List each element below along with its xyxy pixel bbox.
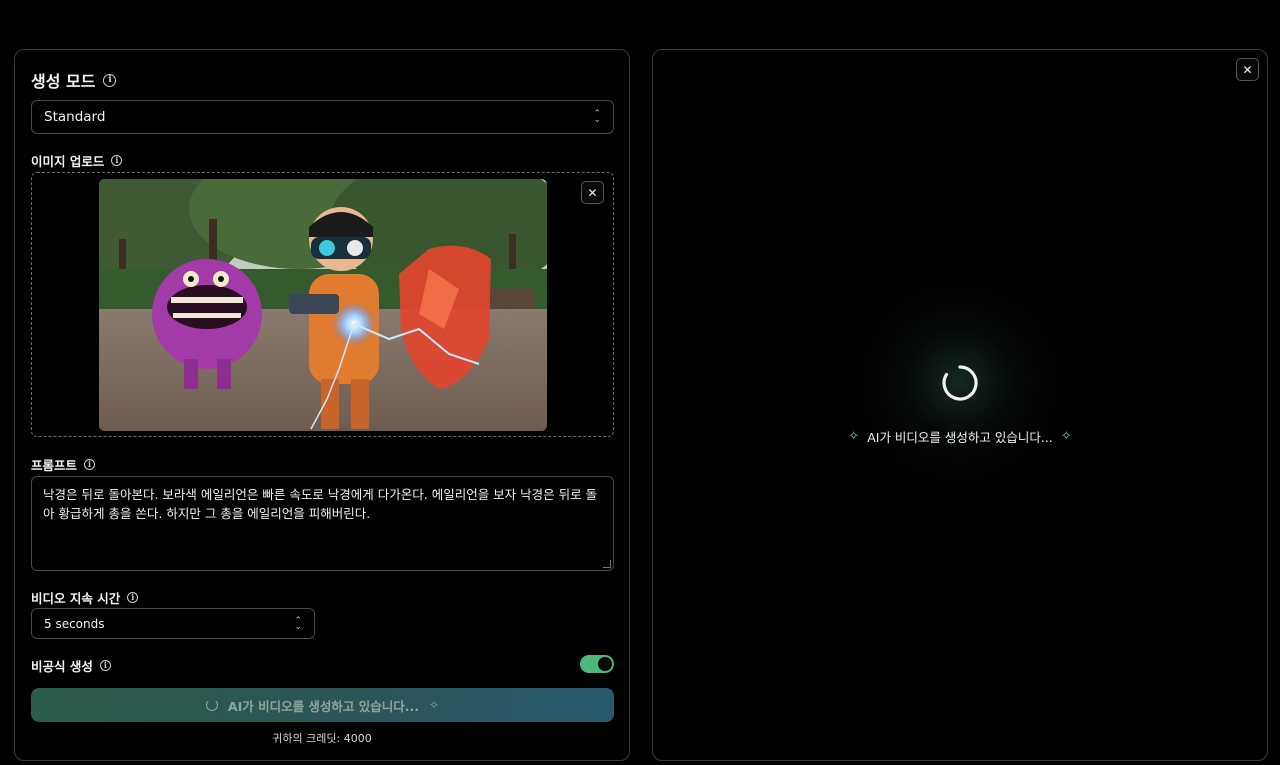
mode-select[interactable]: Standard ⌃ ⌄ (31, 100, 614, 134)
duration-select-value: 5 seconds (44, 616, 105, 631)
generate-button[interactable]: AI가 비디오를 생성하고 있습니다... ✧ (31, 688, 614, 722)
mode-title-row: 생성 모드 i (31, 68, 117, 92)
chevron-updown-icon: ⌃ ⌄ (593, 109, 601, 125)
status-text: AI가 비디오를 생성하고 있습니다... (867, 430, 1053, 445)
private-toggle[interactable] (580, 655, 614, 673)
generation-status: ✧ AI가 비디오를 생성하고 있습니다... ✧ (653, 427, 1267, 446)
prompt-text: 낙경은 뒤로 돌아본다. 보라색 에일리언은 빠른 속도로 낙경에게 다가온다.… (43, 487, 598, 521)
prompt-textarea[interactable]: 낙경은 뒤로 돌아본다. 보라색 에일리언은 빠른 속도로 낙경에게 다가온다.… (31, 476, 614, 571)
sparkle-icon: ✧ (429, 698, 440, 712)
private-label: 비공식 생성 (31, 659, 93, 674)
resize-handle-icon[interactable] (603, 560, 611, 568)
close-preview-button[interactable]: ✕ (1236, 58, 1259, 81)
info-icon[interactable]: i (111, 155, 123, 166)
info-icon[interactable]: i (84, 459, 96, 470)
private-label-row: 비공식 생성 i (31, 656, 111, 675)
duration-select[interactable]: 5 seconds ⌃ ⌄ (31, 608, 315, 639)
settings-panel: 생성 모드 i Standard ⌃ ⌄ 이미지 업로드 i ✕ 프롬프트 i … (14, 49, 630, 761)
prompt-label: 프롬프트 (31, 458, 78, 473)
close-icon: ✕ (1242, 62, 1253, 77)
image-upload-dropzone[interactable]: ✕ (31, 172, 614, 437)
uploaded-image (99, 179, 547, 431)
info-icon[interactable]: i (103, 73, 117, 87)
loading-spinner-icon (205, 699, 218, 711)
close-icon: ✕ (587, 185, 598, 200)
loading-spinner-icon (942, 365, 978, 401)
info-icon[interactable]: i (127, 592, 139, 603)
uploaded-image-illustration (99, 179, 547, 431)
mode-title: 생성 모드 (31, 72, 96, 91)
sparkle-icon: ✧ (848, 429, 860, 444)
remove-image-button[interactable]: ✕ (581, 181, 604, 204)
preview-panel: ✕ ✧ AI가 비디오를 생성하고 있습니다... ✧ (652, 49, 1268, 761)
credits-text: 귀하의 크레딧: 4000 (272, 732, 372, 745)
chevron-updown-icon: ⌃ ⌄ (294, 615, 302, 632)
info-icon[interactable]: i (99, 660, 111, 671)
duration-label: 비디오 지속 시간 (31, 591, 121, 606)
upload-label-row: 이미지 업로드 i (31, 151, 123, 170)
sparkle-icon: ✧ (1060, 429, 1072, 444)
generate-button-label: AI가 비디오를 생성하고 있습니다... (227, 698, 420, 714)
upload-label: 이미지 업로드 (31, 154, 105, 169)
mode-select-value: Standard (44, 109, 106, 125)
toggle-knob (598, 657, 612, 671)
prompt-label-row: 프롬프트 i (31, 455, 96, 474)
duration-label-row: 비디오 지속 시간 i (31, 588, 139, 607)
